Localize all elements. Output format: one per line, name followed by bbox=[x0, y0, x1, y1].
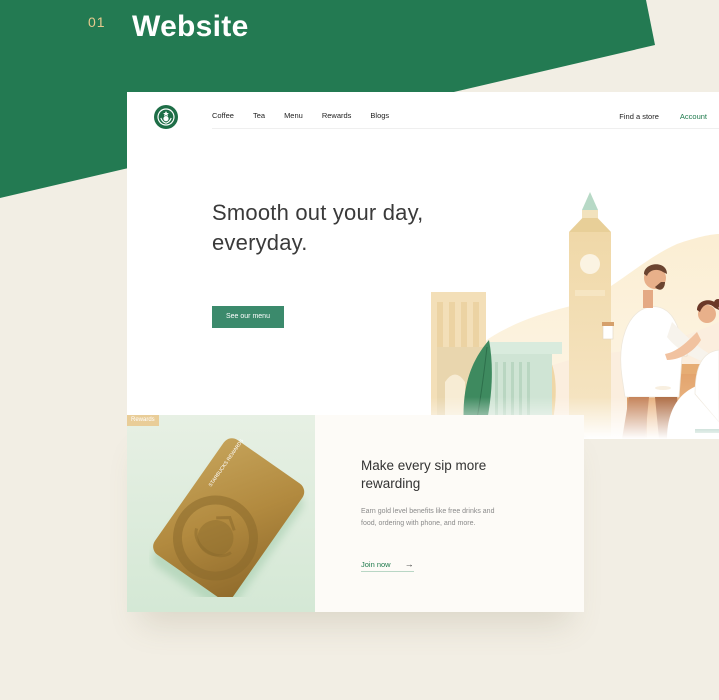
hero-illustration bbox=[277, 192, 719, 439]
rewards-card-panel: Rewards STARBUCKS REWARDS bbox=[127, 415, 315, 612]
top-navigation: Coffee Tea Menu Rewards Blogs Find a sto… bbox=[127, 92, 719, 132]
arrow-right-icon: → bbox=[404, 559, 414, 569]
rewards-description-line-2: food, ordering with phone, and more. bbox=[361, 520, 476, 527]
website-preview: Coffee Tea Menu Rewards Blogs Find a sto… bbox=[127, 92, 719, 439]
rewards-gift-card: STARBUCKS REWARDS bbox=[152, 438, 305, 597]
rewards-description-line-1: Earn gold level benefits like free drink… bbox=[361, 508, 495, 515]
section-number: 01 bbox=[88, 14, 106, 30]
rewards-tag: Rewards bbox=[127, 415, 159, 426]
account-link[interactable]: Account bbox=[680, 112, 707, 121]
nav-divider bbox=[212, 128, 719, 129]
rewards-title-line-1: Make every sip more bbox=[361, 458, 487, 473]
join-now-label: Join now bbox=[361, 559, 391, 569]
starbucks-logo[interactable] bbox=[154, 105, 178, 129]
rewards-title-line-2: rewarding bbox=[361, 476, 421, 491]
find-store-link[interactable]: Find a store bbox=[619, 112, 659, 121]
rewards-section: Rewards STARBUCKS REWARDS Make every sip… bbox=[127, 415, 584, 612]
nav-link-coffee[interactable]: Coffee bbox=[212, 111, 234, 120]
section-title: Website bbox=[132, 10, 249, 43]
see-menu-button[interactable]: See our menu bbox=[212, 306, 284, 328]
nav-links: Coffee Tea Menu Rewards Blogs bbox=[212, 111, 408, 120]
rewards-title: Make every sip more rewarding bbox=[361, 457, 561, 493]
join-now-link[interactable]: Join now → bbox=[361, 559, 414, 572]
nav-link-blogs[interactable]: Blogs bbox=[370, 111, 389, 120]
rewards-info: Make every sip more rewarding Earn gold … bbox=[315, 415, 584, 612]
nav-link-menu[interactable]: Menu bbox=[284, 111, 303, 120]
nav-link-tea[interactable]: Tea bbox=[253, 111, 265, 120]
rewards-description: Earn gold level benefits like free drink… bbox=[361, 506, 541, 530]
nav-utility: Find a store Account bbox=[619, 112, 707, 121]
nav-link-rewards[interactable]: Rewards bbox=[322, 111, 352, 120]
